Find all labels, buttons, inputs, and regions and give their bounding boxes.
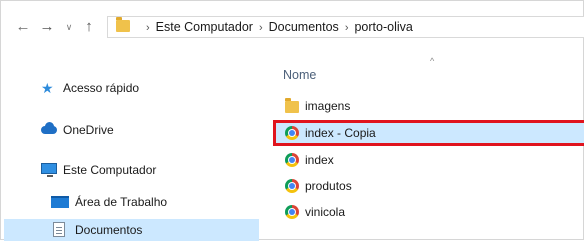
column-header-nome[interactable]: Nome bbox=[283, 67, 316, 83]
chevron-right-icon: › bbox=[258, 22, 263, 34]
chrome-icon bbox=[285, 179, 299, 193]
file-name: imagens bbox=[305, 99, 351, 113]
sidebar-item-documentos[interactable]: Documentos bbox=[4, 219, 259, 241]
breadcrumb-porto-oliva[interactable]: porto-oliva bbox=[354, 20, 412, 34]
file-row-index-copia[interactable]: index - Copia bbox=[273, 120, 584, 146]
up-button[interactable]: ↑ bbox=[81, 18, 97, 36]
chevron-right-icon: › bbox=[146, 22, 150, 34]
chrome-icon bbox=[285, 153, 299, 167]
file-name: produtos bbox=[305, 179, 352, 193]
file-row-imagens[interactable]: imagens bbox=[275, 95, 584, 117]
file-list: ^ Nome imagens index - Copia index produ… bbox=[263, 49, 584, 241]
sort-ascending-icon: ^ bbox=[430, 56, 435, 66]
file-row-vinicola[interactable]: vinicola bbox=[275, 201, 584, 223]
breadcrumb: › Este Computador › Documentos › porto-oliva bbox=[140, 17, 413, 37]
file-row-index[interactable]: index bbox=[275, 149, 584, 171]
file-row-produtos[interactable]: produtos bbox=[275, 175, 584, 197]
address-bar[interactable]: › Este Computador › Documentos › porto-oliva bbox=[107, 16, 584, 38]
desktop-icon bbox=[51, 195, 69, 209]
sidebar-item-label: OneDrive bbox=[63, 123, 114, 137]
chrome-icon bbox=[285, 205, 299, 219]
computer-icon bbox=[41, 163, 57, 177]
explorer-window: ← → ∨ ↑ › Este Computador › Documentos › port… bbox=[0, 0, 584, 241]
back-button[interactable]: ← bbox=[15, 18, 31, 36]
chrome-icon bbox=[285, 126, 299, 140]
file-name: index - Copia bbox=[305, 126, 376, 140]
folder-icon bbox=[285, 98, 299, 113]
sidebar-item-label: Documentos bbox=[75, 223, 143, 237]
breadcrumb-este-computador[interactable]: Este Computador bbox=[156, 20, 253, 34]
file-name: vinicola bbox=[305, 205, 346, 219]
sidebar-item-label: Área de Trabalho bbox=[75, 195, 168, 209]
breadcrumb-documentos[interactable]: Documentos bbox=[269, 20, 339, 34]
folder-icon bbox=[116, 17, 130, 32]
recent-locations-button[interactable]: ∨ bbox=[63, 18, 75, 36]
chevron-right-icon: › bbox=[344, 22, 349, 34]
star-icon: ★ bbox=[41, 80, 54, 96]
file-name: index bbox=[305, 153, 334, 167]
cloud-icon bbox=[41, 122, 57, 137]
sidebar-item-label: Este Computador bbox=[63, 163, 157, 177]
navigation-pane: ★ Acesso rápido OneDrive Este Computador… bbox=[1, 49, 263, 241]
forward-button[interactable]: → bbox=[39, 18, 55, 36]
documents-icon bbox=[52, 222, 68, 237]
sidebar-item-label: Acesso rápido bbox=[63, 81, 140, 95]
navigation-bar: ← → ∨ ↑ › Este Computador › Documentos › port… bbox=[1, 1, 584, 49]
